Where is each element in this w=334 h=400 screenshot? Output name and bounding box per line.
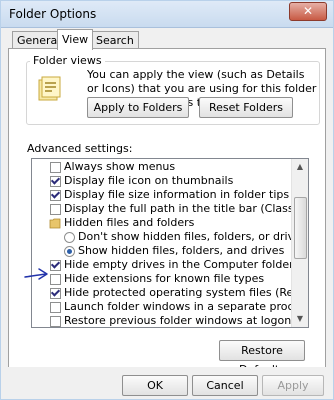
checkbox[interactable] (50, 288, 61, 299)
folder-icon (49, 218, 61, 229)
vertical-scrollbar[interactable]: ▲ ▼ (291, 159, 308, 327)
setting-label: Don't show hidden files, folders, or dri… (78, 230, 307, 243)
radio-button[interactable] (64, 232, 75, 243)
scroll-thumb[interactable] (294, 197, 307, 259)
setting-label: Hide protected operating system files (R… (64, 286, 308, 299)
window-title: Folder Options (9, 7, 97, 21)
checkbox[interactable] (50, 260, 61, 271)
checkbox[interactable] (50, 190, 61, 201)
setting-label: Launch folder windows in a separate proc… (64, 300, 309, 313)
reset-folders-button[interactable]: Reset Folders (199, 97, 293, 118)
scroll-up-arrow-icon[interactable]: ▲ (292, 159, 308, 175)
setting-label: Always show menus (64, 160, 176, 173)
checkbox[interactable] (50, 162, 61, 173)
apply-to-folders-button[interactable]: Apply to Folders (87, 97, 189, 118)
setting-label: Restore previous folder windows at logon (64, 314, 292, 327)
radio-button[interactable] (64, 246, 75, 257)
advanced-settings-list[interactable]: Always show menus Display file icon on t… (31, 158, 309, 328)
setting-label: Show hidden files, folders, and drives (78, 244, 285, 257)
setting-label: Hide empty drives in the Computer folder (64, 258, 294, 271)
setting-label: Display file size information in folder … (64, 188, 290, 201)
dialog-button-bar: OK Cancel Apply (1, 367, 333, 399)
setting-label: Hide extensions for known file types (64, 272, 265, 285)
setting-label: Display file icon on thumbnails (64, 174, 234, 187)
cancel-button[interactable]: Cancel (192, 375, 258, 396)
setting-label: Display the full path in the title bar (… (64, 202, 308, 215)
annotation-arrow-icon (24, 268, 48, 280)
setting-label: Hidden files and folders (64, 216, 195, 229)
title-bar[interactable]: Folder Options ✕ (1, 1, 333, 28)
folder-view-icon (38, 76, 61, 101)
ok-button[interactable]: OK (122, 375, 188, 396)
close-button[interactable]: ✕ (289, 2, 327, 21)
checkbox[interactable] (50, 176, 61, 187)
folder-views-heading: Folder views (30, 54, 105, 67)
advanced-settings-heading: Advanced settings: (27, 142, 133, 155)
apply-button[interactable]: Apply (262, 375, 324, 396)
checkbox[interactable] (50, 274, 61, 285)
checkbox[interactable] (50, 316, 61, 327)
folder-options-window: Folder Options ✕ General View Search Fol… (0, 0, 334, 400)
checkbox[interactable] (50, 302, 61, 313)
scroll-down-arrow-icon[interactable]: ▼ (292, 311, 308, 327)
tab-view[interactable]: View (57, 29, 94, 50)
restore-defaults-button[interactable]: Restore Defaults (219, 340, 305, 376)
checkbox[interactable] (50, 204, 61, 215)
